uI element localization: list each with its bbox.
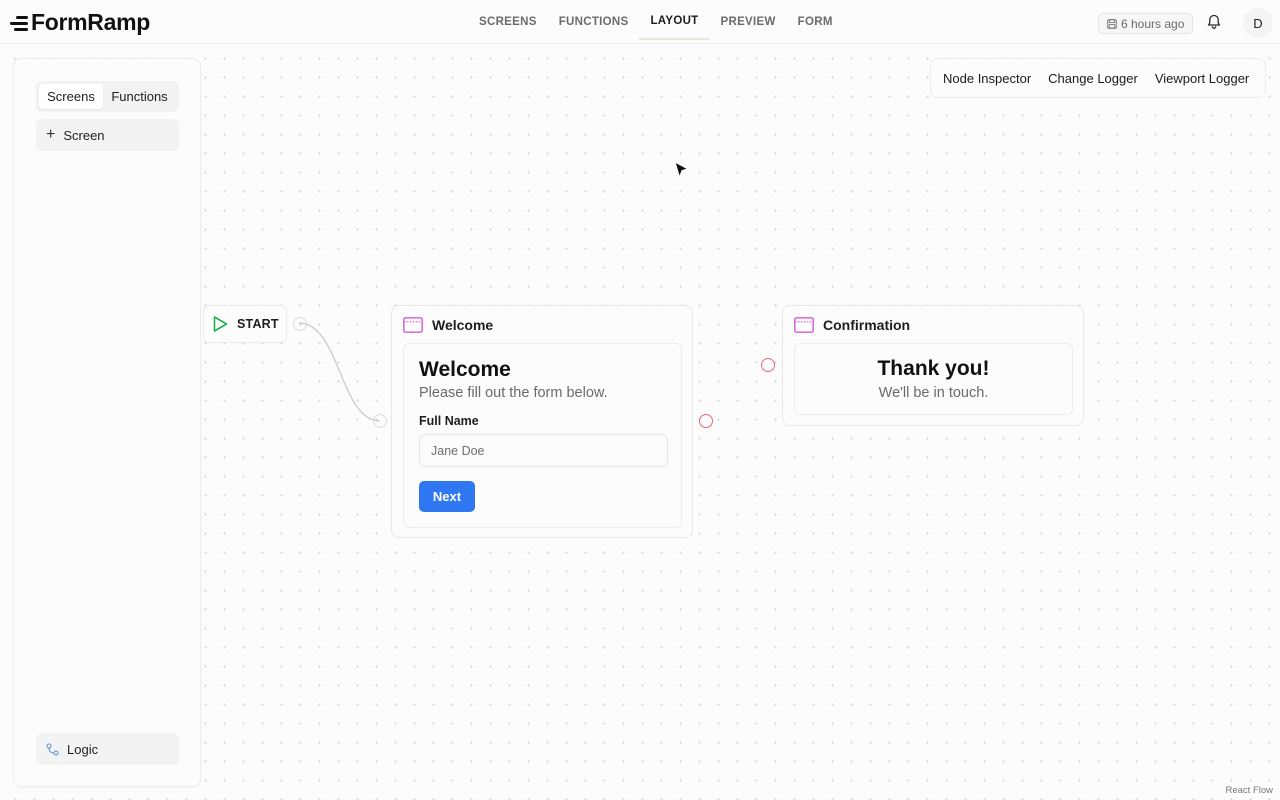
screen-preview: Welcome Please fill out the form below. … (403, 343, 682, 528)
react-flow-attribution[interactable]: React Flow (1222, 784, 1276, 797)
confirmation-screen-node[interactable]: Confirmation Thank you! We'll be in touc… (782, 305, 1084, 426)
saved-status-text: 6 hours ago (1121, 16, 1185, 31)
screen-window-icon (403, 317, 423, 333)
start-node-source-handle[interactable] (293, 317, 307, 331)
segment-functions[interactable]: Functions (103, 84, 176, 109)
plus-icon: + (46, 126, 56, 143)
tab-functions[interactable]: FUNCTIONS (548, 4, 640, 40)
mouse-pointer-icon (674, 161, 690, 179)
next-button[interactable]: Next (419, 481, 475, 512)
user-avatar[interactable]: D (1243, 8, 1273, 38)
brand-mark-icon (10, 12, 28, 32)
confirmation-target-handle[interactable] (761, 358, 775, 372)
tab-preview[interactable]: PREVIEW (710, 4, 787, 40)
node-title: Welcome (432, 317, 494, 333)
welcome-screen-node[interactable]: Welcome Welcome Please fill out the form… (391, 305, 693, 538)
brand-logo[interactable]: FormRamp (10, 9, 150, 35)
flow-canvas[interactable]: Screens Functions + Screen Logic Node In… (0, 45, 1280, 800)
floppy-disk-icon (1107, 18, 1117, 29)
welcome-source-handle[interactable] (699, 414, 713, 428)
welcome-target-handle[interactable] (373, 414, 387, 428)
tab-form[interactable]: FORM (787, 4, 844, 40)
play-icon (213, 316, 228, 332)
change-logger-button[interactable]: Change Logger (1040, 71, 1146, 86)
sidebar-panel: Screens Functions + Screen Logic (13, 58, 201, 787)
top-bar: FormRamp SCREENS FUNCTIONS LAYOUT PREVIE… (0, 0, 1280, 44)
full-name-label: Full Name (419, 414, 479, 428)
tab-layout[interactable]: LAYOUT (639, 4, 710, 40)
logic-icon (46, 742, 59, 756)
add-screen-label: Screen (63, 127, 105, 143)
screen-window-icon (794, 317, 814, 333)
tab-screens[interactable]: SCREENS (468, 4, 548, 40)
node-header: Confirmation (794, 315, 910, 335)
logic-button[interactable]: Logic (36, 733, 179, 765)
preview-subtitle: We'll be in touch. (878, 385, 989, 401)
preview-heading: Welcome (419, 358, 511, 381)
edge-start-to-welcome (298, 322, 381, 422)
start-node[interactable]: START (203, 305, 287, 343)
viewport-logger-button[interactable]: Viewport Logger (1147, 71, 1257, 86)
add-screen-button[interactable]: + Screen (36, 119, 179, 151)
sidebar-segmented-control: Screens Functions (36, 81, 179, 112)
logger-panel: Node Inspector Change Logger Viewport Lo… (930, 58, 1266, 98)
full-name-input[interactable]: Jane Doe (419, 434, 668, 467)
node-header: Welcome (403, 315, 493, 335)
saved-status-badge: 6 hours ago (1098, 13, 1194, 34)
preview-subtitle: Please fill out the form below. (419, 385, 608, 401)
preview-heading: Thank you! (877, 357, 990, 380)
node-inspector-button[interactable]: Node Inspector (935, 71, 1039, 86)
brand-name: FormRamp (31, 8, 151, 35)
node-title: Confirmation (823, 317, 911, 333)
screen-preview: Thank you! We'll be in touch. (794, 343, 1073, 415)
logic-label: Logic (67, 741, 99, 757)
main-nav: SCREENS FUNCTIONS LAYOUT PREVIEW FORM (468, 0, 844, 44)
bell-icon[interactable] (1205, 13, 1223, 31)
segment-screens[interactable]: Screens (39, 84, 103, 109)
start-node-label: START (237, 317, 279, 331)
